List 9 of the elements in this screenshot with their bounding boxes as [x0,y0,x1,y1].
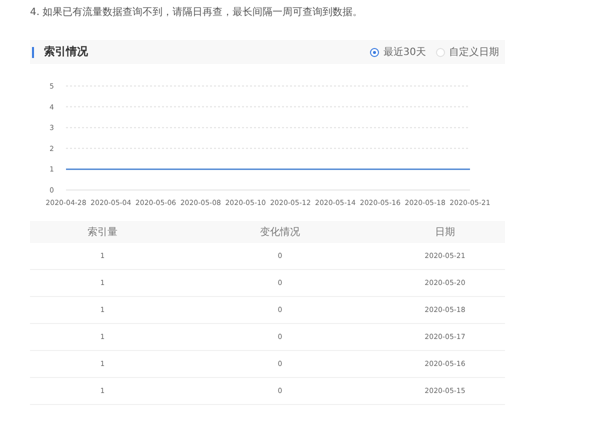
note-text: 4. 如果已有流量数据查询不到，请隔日再查，最长间隔一周可查询到数据。 [30,6,364,20]
accent-bar [32,46,34,58]
range-option[interactable]: 自定义日期 [436,44,499,60]
radio-button[interactable] [370,48,380,56]
range-option[interactable]: 最近30天 [370,44,426,60]
section-title: 索引情况 [44,44,88,60]
column-header: 索引量 [86,226,118,240]
column-header: 日期 [434,226,456,240]
column-header: 变化情况 [259,226,301,240]
